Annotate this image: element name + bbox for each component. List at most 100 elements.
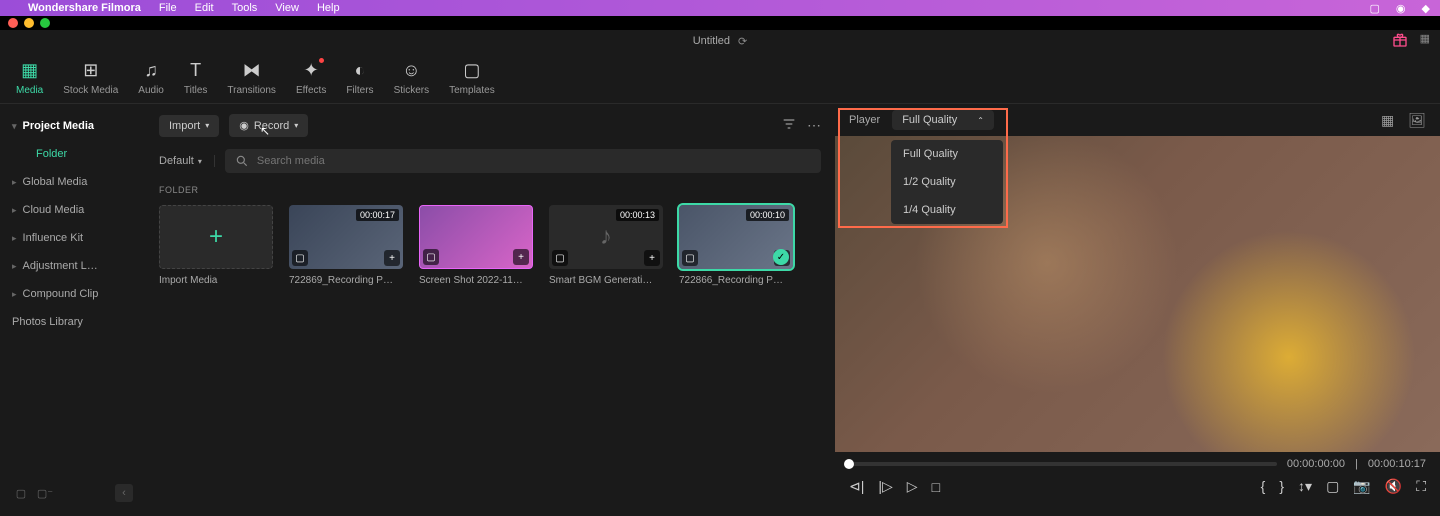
prev-frame-button[interactable]: ⊲| [849, 478, 864, 495]
search-box[interactable] [225, 149, 821, 173]
play-pause-button[interactable]: |▷ [878, 478, 892, 495]
media-item[interactable]: 00:00:17 ▢ + 722869_Recording P… [289, 205, 403, 286]
sort-dropdown[interactable]: Default ▾ [159, 155, 215, 167]
thumb-actions: ▢ + [292, 250, 400, 266]
add-to-timeline-icon[interactable]: + [513, 249, 529, 265]
sidebar-item-label: Compound Clip [23, 288, 99, 300]
playhead[interactable] [844, 459, 854, 469]
quality-option-quarter[interactable]: 1/4 Quality [891, 196, 1003, 224]
sidebar-item-compound-clip[interactable]: ▸ Compound Clip [6, 280, 139, 308]
window-icon[interactable]: ▢ [1370, 2, 1380, 15]
preview-icon[interactable]: ▢ [423, 249, 439, 265]
media-thumb[interactable]: 00:00:10 ▢ ✎ ✓ [679, 205, 793, 269]
mute-icon[interactable]: 🔇 [1385, 478, 1402, 495]
media-label: Screen Shot 2022-11… [419, 275, 533, 286]
media-area: Import ▾ ◉ Record ▾ ⋯ Default ▾ [145, 104, 835, 516]
aspect-button[interactable]: ▢ [1326, 478, 1339, 495]
media-thumb[interactable]: ▢ + [419, 205, 533, 269]
compare-icon[interactable]: ▦ [1381, 112, 1394, 129]
media-item-import[interactable]: + Import Media [159, 205, 273, 286]
check-icon: ✓ [773, 249, 789, 265]
window-close-button[interactable] [8, 18, 18, 28]
media-thumb[interactable]: 00:00:17 ▢ + [289, 205, 403, 269]
menu-edit[interactable]: Edit [195, 2, 214, 14]
tab-label: Filters [346, 85, 373, 96]
tab-label: Media [16, 85, 43, 96]
tab-label: Titles [184, 85, 208, 96]
chevron-right-icon: ▸ [12, 261, 17, 272]
collapse-sidebar-button[interactable]: ‹ [115, 484, 133, 502]
sidebar-item-global-media[interactable]: ▸ Global Media [6, 168, 139, 196]
media-label: 722869_Recording P… [289, 275, 403, 286]
preview-icon[interactable]: ▢ [292, 250, 308, 266]
tab-templates[interactable]: ▢ Templates [449, 60, 495, 96]
filter-icon[interactable] [781, 116, 797, 135]
templates-icon: ▢ [463, 60, 480, 81]
window-minimize-button[interactable] [24, 18, 34, 28]
zoom-dropdown[interactable]: ↕▾ [1298, 478, 1312, 495]
menu-view[interactable]: View [275, 2, 299, 14]
gift-icon[interactable] [1392, 32, 1408, 51]
record-label: Record [254, 120, 289, 132]
tab-stickers[interactable]: ☺ Stickers [394, 60, 430, 96]
snapshot-icon[interactable]: 🖼 [1408, 112, 1426, 129]
media-item[interactable]: 00:00:10 ▢ ✎ ✓ 722866_Recording P… [679, 205, 793, 286]
camera-icon[interactable]: 📷 [1353, 478, 1370, 495]
doc-title: Untitled [693, 35, 730, 47]
sidebar-item-cloud-media[interactable]: ▸ Cloud Media [6, 196, 139, 224]
filters-icon: ◐ [355, 60, 366, 81]
quality-option-full[interactable]: Full Quality [891, 140, 1003, 168]
playback-buttons: ⊲| |▷ ▷ □ { } ↕▾ ▢ 📷 🔇 ⛶ [849, 478, 1426, 495]
preview-icon[interactable]: ▢ [552, 250, 568, 266]
window-maximize-button[interactable] [40, 18, 50, 28]
add-to-timeline-icon[interactable]: + [384, 250, 400, 266]
media-icon: ▦ [21, 60, 38, 81]
media-item[interactable]: ▢ + Screen Shot 2022-11… [419, 205, 533, 286]
more-icon[interactable]: ⋯ [807, 117, 821, 134]
timeline-track[interactable] [849, 462, 1277, 466]
transitions-icon: ⧓ [243, 60, 261, 81]
tab-titles[interactable]: T Titles [184, 60, 208, 96]
search-input[interactable] [257, 155, 811, 167]
sidebar-item-folder[interactable]: Folder [6, 140, 139, 168]
tab-transitions[interactable]: ⧓ Transitions [227, 60, 276, 96]
sidebar-item-label: Folder [36, 148, 67, 160]
status-icon[interactable]: ◉ [1396, 2, 1406, 15]
panel-icon[interactable]: ▦ [1420, 32, 1430, 51]
tab-filters[interactable]: ◐ Filters [346, 60, 373, 96]
media-grid: + Import Media 00:00:17 ▢ + 722869_Recor… [159, 205, 821, 286]
sidebar-item-influence-kit[interactable]: ▸ Influence Kit [6, 224, 139, 252]
add-to-timeline-icon[interactable]: + [644, 250, 660, 266]
sidebar-footer: ▢ ▢⁻ ‹ [6, 478, 139, 508]
main-content: ▾ Project Media Folder ▸ Global Media ▸ … [0, 104, 1440, 516]
menu-file[interactable]: File [159, 2, 177, 14]
quality-dropdown[interactable]: Full Quality ⌃ [892, 110, 994, 130]
sync-icon[interactable]: ⟳ [738, 35, 747, 48]
mark-out-button[interactable]: } [1279, 478, 1284, 495]
fullscreen-icon[interactable]: ⛶ [1416, 478, 1426, 495]
stop-button[interactable]: □ [932, 479, 940, 495]
mark-in-button[interactable]: { [1261, 478, 1266, 495]
import-media-thumb[interactable]: + [159, 205, 273, 269]
record-button[interactable]: ◉ Record ▾ [229, 114, 308, 137]
menu-help[interactable]: Help [317, 2, 340, 14]
delete-folder-button[interactable]: ▢⁻ [36, 484, 54, 502]
preview-icon[interactable]: ▢ [682, 250, 698, 266]
tab-effects[interactable]: ✦ Effects [296, 60, 326, 96]
sidebar-item-photos-library[interactable]: Photos Library [6, 308, 139, 336]
quality-selected: Full Quality [902, 114, 957, 126]
audio-icon: ♫ [144, 60, 158, 81]
menu-tools[interactable]: Tools [232, 2, 258, 14]
tray-icon[interactable]: ◆ [1422, 2, 1430, 15]
new-folder-button[interactable]: ▢ [12, 484, 30, 502]
quality-option-half[interactable]: 1/2 Quality [891, 168, 1003, 196]
sidebar-item-adjustment-layer[interactable]: ▸ Adjustment L… [6, 252, 139, 280]
tab-audio[interactable]: ♫ Audio [138, 60, 164, 96]
media-thumb[interactable]: 00:00:13 ♪ ▢ + [549, 205, 663, 269]
media-item[interactable]: 00:00:13 ♪ ▢ + Smart BGM Generati… [549, 205, 663, 286]
import-button[interactable]: Import ▾ [159, 115, 219, 137]
play-button[interactable]: ▷ [907, 478, 918, 495]
tab-media[interactable]: ▦ Media [16, 60, 43, 96]
tab-stock-media[interactable]: ⊞ Stock Media [63, 60, 118, 96]
sidebar-item-project-media[interactable]: ▾ Project Media [6, 112, 139, 140]
